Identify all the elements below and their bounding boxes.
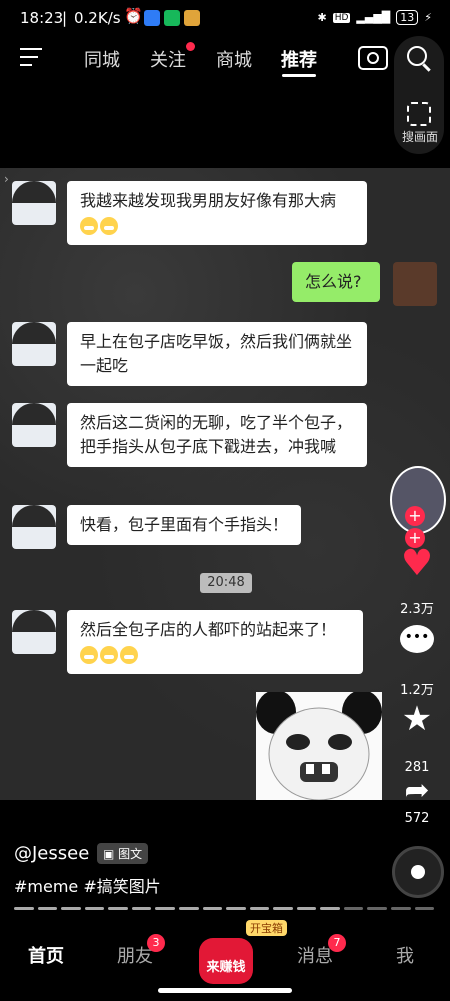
hd-icon: HD: [332, 12, 351, 23]
chat-bubble: 快看，包子里面有个手指头！: [67, 505, 302, 545]
music-disc-icon[interactable]: [392, 846, 444, 898]
chat-avatar-girl: [12, 322, 56, 366]
emoji-icon: [80, 645, 98, 664]
comment-icon: •••: [400, 625, 434, 653]
nav-me[interactable]: 我: [396, 942, 414, 968]
comment-count: 1.2万: [400, 683, 434, 698]
app-notification-icon-2: [184, 10, 200, 26]
treasure-box-tag[interactable]: 开宝箱: [246, 920, 287, 936]
tab-mall[interactable]: 商城: [216, 46, 252, 72]
status-right: ✱ HD ▂▄▆█ 13 ⚡: [317, 10, 432, 25]
chat-bubble: 然后全包子店的人都吓的站起来了！: [67, 610, 363, 674]
comment-button[interactable]: ••• 1.2万: [394, 625, 440, 698]
friends-badge: 3: [147, 934, 165, 952]
chat-message-text: 我越来越发现我男朋友好像有那大病: [80, 191, 337, 210]
wechat-icon: [164, 10, 180, 26]
meme-image: [256, 690, 382, 801]
app-notification-icon: [144, 10, 160, 26]
image-doc-icon: ▣: [103, 847, 115, 861]
chat-avatar-girl: [12, 181, 56, 225]
chat-timestamp: 20:48: [200, 573, 252, 593]
top-nav: 同城 关注 商城 推荐: [0, 38, 450, 82]
share-arrow-icon: ➦: [404, 773, 430, 808]
network-speed: 0.2K/s: [74, 9, 121, 27]
like-count: 2.3万: [400, 602, 434, 617]
home-indicator[interactable]: [158, 988, 292, 993]
post-content[interactable]: › 我越来越发现我男朋友好像有那大病 怎么说? 早上在包子店吃早饭，然后我们俩就…: [0, 168, 450, 800]
chat-avatar-girl: [12, 610, 56, 654]
nav-home[interactable]: 首页: [28, 942, 64, 968]
chat-message-text: 早上在包子店吃早饭，然后我们俩就坐一起吃: [80, 332, 353, 375]
post-type-badge: ▣ 图文: [97, 843, 149, 864]
emoji-icon: [120, 645, 138, 664]
signal-icon: ▂▄▆█: [356, 11, 391, 24]
chat-bubble: 然后这二货闲的无聊，吃了半个包子，把手指头从包子底下戳进去，冲我喊: [67, 403, 367, 467]
chat-message-text: 怎么说?: [305, 272, 362, 291]
camera-icon[interactable]: [358, 46, 388, 70]
chat-avatar-me: [393, 262, 437, 306]
tab-following[interactable]: 关注: [150, 46, 186, 72]
image-search-label[interactable]: 搜画面: [398, 128, 442, 145]
emoji-icon: [80, 216, 98, 235]
like-button[interactable]: ♥ 2.3万: [394, 543, 440, 618]
chat-bubble-me: 怎么说?: [292, 262, 380, 302]
share-button[interactable]: ➦ 572: [394, 773, 440, 827]
bluetooth-icon: ✱: [317, 11, 327, 24]
heart-icon: ♥: [400, 543, 434, 584]
star-icon: ★: [401, 699, 433, 739]
image-search-icon[interactable]: [407, 102, 431, 126]
status-divider: |: [62, 9, 68, 27]
earn-money-label[interactable]: 来赚钱: [199, 956, 253, 975]
post-type-label: 图文: [118, 847, 143, 861]
tab-local[interactable]: 同城: [84, 46, 120, 72]
follow-plus-icon[interactable]: +: [405, 506, 425, 526]
favorite-button[interactable]: ★ 281: [394, 700, 440, 775]
menu-icon[interactable]: [20, 48, 44, 66]
share-count: 572: [404, 811, 430, 826]
author-name[interactable]: @Jessee: [14, 843, 89, 864]
chevron-right-icon: ›: [4, 172, 9, 186]
chat-message-text: 快看，包子里面有个手指头！: [80, 515, 289, 534]
chat-message-text: 然后全包子店的人都吓的站起来了！: [80, 620, 337, 639]
messages-badge: 7: [328, 934, 346, 952]
chat-message-text: 然后这二货闲的无聊，吃了半个包子，把手指头从包子底下戳进去，冲我喊: [80, 413, 353, 456]
chat-bubble: 早上在包子店吃早饭，然后我们俩就坐一起吃: [67, 322, 367, 386]
emoji-icon: [100, 645, 118, 664]
following-red-dot: [186, 42, 195, 51]
search-icon-handle: [422, 63, 431, 72]
alarm-icon: ⏰: [124, 7, 143, 25]
status-bar: 18:23 | 0.2K/s ⏰ ✱ HD ▂▄▆█ 13 ⚡: [0, 0, 450, 38]
chat-avatar-girl: [12, 505, 56, 549]
tab-recommend[interactable]: 推荐: [281, 46, 317, 72]
active-tab-indicator: [282, 74, 316, 77]
status-time: 18:23: [20, 9, 64, 27]
battery-level: 13: [396, 10, 419, 25]
charging-icon: ⚡: [424, 11, 432, 24]
hashtags[interactable]: #meme #搞笑图片: [14, 873, 161, 897]
emoji-icon: [100, 216, 118, 235]
chat-avatar-girl: [12, 403, 56, 447]
chat-bubble: 我越来越发现我男朋友好像有那大病: [67, 181, 367, 245]
image-progress-bar: [14, 907, 435, 910]
